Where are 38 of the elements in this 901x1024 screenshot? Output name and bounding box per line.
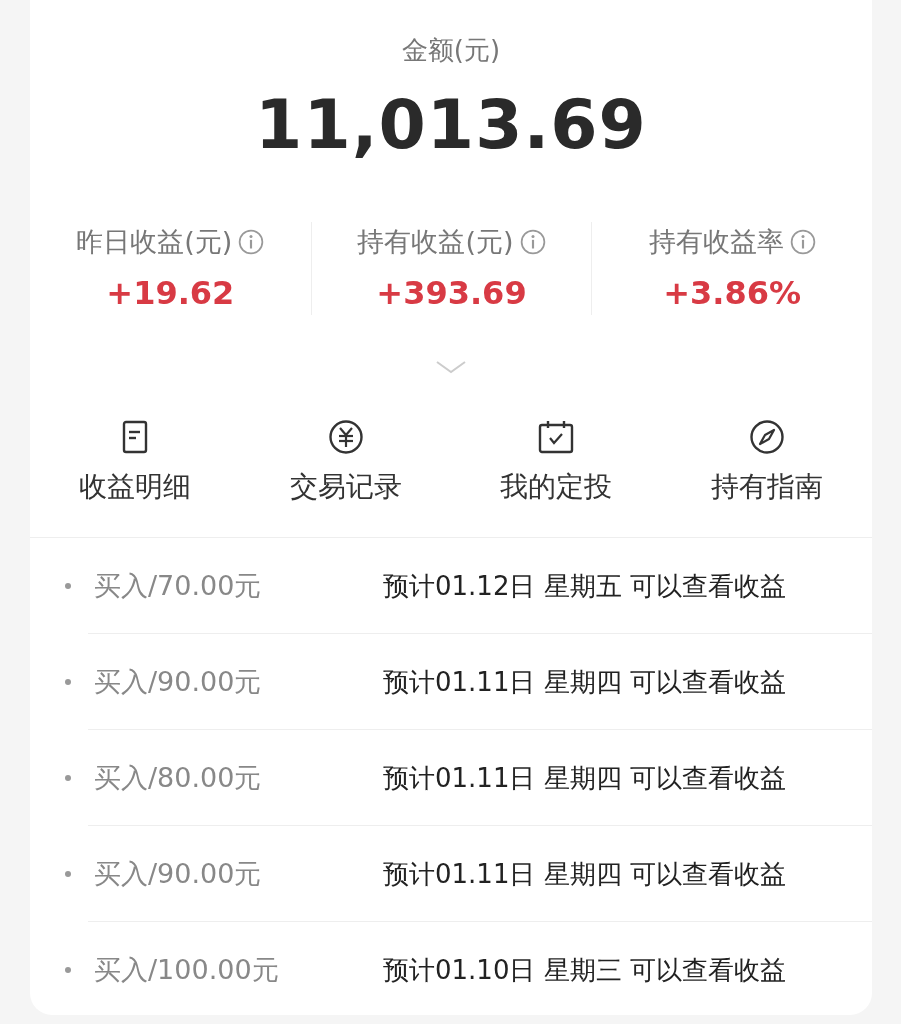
record-row[interactable]: 买入/90.00元 预计01.11日 星期四 可以查看收益: [30, 826, 872, 922]
record-note: 预计01.10日 星期三 可以查看收益: [383, 953, 786, 987]
stat-value: +393.69: [376, 273, 527, 314]
stat-value: +3.86%: [663, 273, 802, 314]
yen-icon[interactable]: [327, 419, 364, 455]
action-label[interactable]: 交易记录: [289, 467, 402, 507]
record-row[interactable]: 买入/100.00元 预计01.10日 星期三 可以查看收益: [30, 922, 872, 1018]
stat-label: 持有收益率: [648, 225, 784, 259]
bullet-icon: [65, 967, 71, 973]
balance-label: 金额(元): [400, 34, 502, 67]
record-amount: 买入/90.00元: [94, 857, 263, 891]
calendar-icon[interactable]: [538, 419, 575, 455]
stat-value: +19.62: [106, 273, 235, 314]
record-note: 预计01.11日 星期四 可以查看收益: [383, 665, 786, 699]
stat-label: 昨日收益(元): [76, 225, 233, 259]
record-amount: 买入/90.00元: [94, 665, 263, 699]
info-icon[interactable]: [238, 229, 265, 255]
info-icon[interactable]: [789, 229, 816, 255]
stat-label: 持有收益(元): [357, 225, 514, 259]
compass-icon[interactable]: [748, 419, 785, 455]
record-note: 预计01.11日 星期四 可以查看收益: [383, 857, 786, 891]
balance-amount: 11,013.69: [254, 84, 648, 166]
bullet-icon: [65, 871, 71, 877]
action-label[interactable]: 我的定投: [500, 467, 613, 507]
bullet-icon: [65, 775, 71, 781]
record-note: 预计01.12日 星期五 可以查看收益: [383, 569, 786, 603]
record-row[interactable]: 买入/70.00元 预计01.12日 星期五 可以查看收益: [30, 538, 872, 634]
bullet-icon: [65, 583, 71, 589]
bullet-icon: [65, 679, 71, 685]
action-label[interactable]: 持有指南: [710, 467, 823, 507]
record-note: 预计01.11日 星期四 可以查看收益: [383, 761, 786, 795]
action-label[interactable]: 收益明细: [79, 467, 192, 507]
record-amount: 买入/80.00元: [94, 761, 263, 795]
record-amount: 买入/100.00元: [94, 953, 280, 987]
record-row[interactable]: 买入/90.00元 预计01.11日 星期四 可以查看收益: [30, 634, 872, 730]
record-amount: 买入/70.00元: [94, 569, 263, 603]
record-row[interactable]: 买入/80.00元 预计01.11日 星期四 可以查看收益: [30, 730, 872, 826]
info-icon[interactable]: [519, 229, 546, 255]
